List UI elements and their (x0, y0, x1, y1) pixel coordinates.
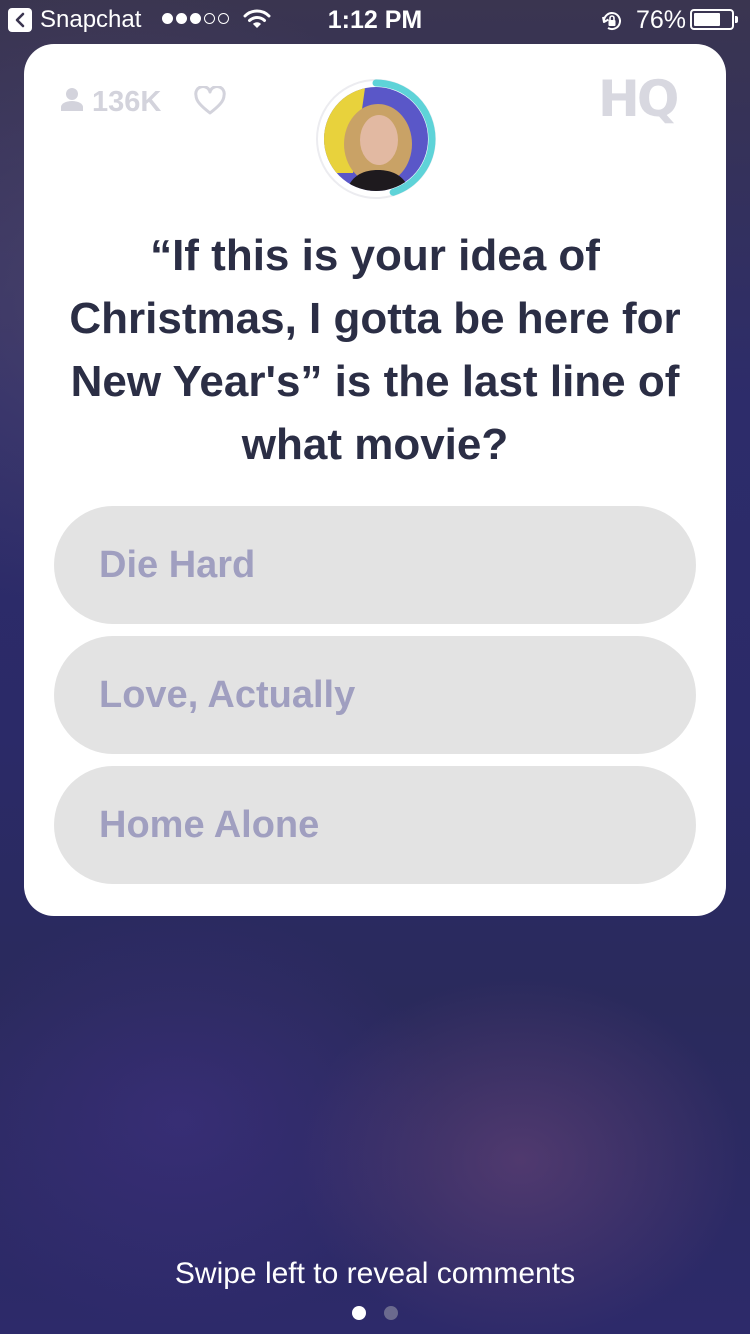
status-bar: Snapchat 1:12 PM 76% (0, 0, 750, 40)
answer-list: Die Hard Love, Actually Home Alone (54, 506, 696, 896)
question-card: 136K HQ “If this is your idea of Christm… (24, 44, 726, 916)
battery-fill (694, 13, 721, 26)
answer-option[interactable]: Die Hard (54, 506, 696, 624)
page-dot-active[interactable] (352, 1306, 366, 1320)
viewer-count-label: 136K (92, 86, 162, 118)
host-avatar (315, 78, 437, 200)
answer-option[interactable]: Home Alone (54, 766, 696, 884)
page-indicator[interactable] (0, 1306, 750, 1320)
swipe-hint: Swipe left to reveal comments (174, 1257, 576, 1290)
question-text: “If this is your idea of Christmas, I go… (69, 231, 681, 469)
heart-icon[interactable] (194, 85, 226, 121)
hq-logo: HQ (598, 70, 679, 128)
rotation-lock-icon (600, 9, 624, 40)
battery-icon (690, 9, 738, 30)
battery-percent: 76% (636, 6, 687, 34)
battery-nub (735, 16, 738, 23)
viewer-count: 136K (60, 86, 161, 119)
person-icon (60, 86, 84, 119)
answer-option[interactable]: Love, Actually (54, 636, 696, 754)
page-dot[interactable] (384, 1306, 398, 1320)
